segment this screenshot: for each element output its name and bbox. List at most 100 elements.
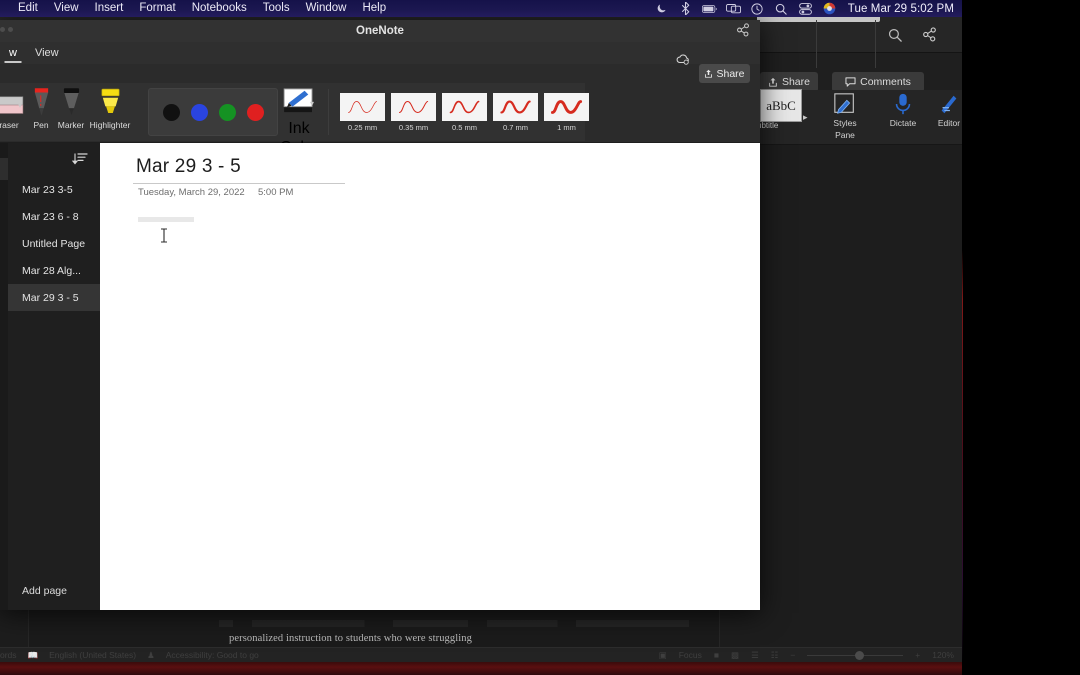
word-styles-pane-button[interactable]: Styles Pane [822,90,868,140]
user-avatar-icon[interactable] [822,1,837,16]
word-comments-button[interactable]: Comments [832,72,924,92]
ribbon-separator [328,89,329,135]
control-center-icon[interactable] [798,1,813,16]
menu-edit[interactable]: Edit [10,0,46,17]
close-window-button[interactable] [0,26,5,32]
tool-marker-label: Marker [57,120,85,130]
word-style-gallery-label: ubtitle [757,121,779,130]
word-language[interactable]: English (United States) [49,650,136,660]
onenote-window[interactable]: OneNote w View Share raser ▾ Pen Marker … [0,20,760,610]
menu-bar-clock[interactable]: Tue Mar 29 5:02 PM [848,3,954,15]
window-traffic-lights[interactable] [0,26,14,32]
accessibility-icon: ♟ [147,649,155,660]
word-style-sample: aBbC [766,97,796,113]
note-date[interactable]: Tuesday, March 29, 2022 [138,187,245,198]
desktop-wallpaper-bottom [0,662,962,675]
print-layout-view-icon[interactable]: ■ [714,650,719,660]
word-dictate-button[interactable]: Dictate [880,90,926,129]
thickness-preview [442,92,487,121]
thickness-label-3: 0.7 mm [502,122,528,132]
word-comments-label: Comments [860,76,911,88]
add-page-button[interactable]: Add page [0,580,100,602]
menu-view[interactable]: View [46,0,87,17]
page-item-mar-28-alg[interactable]: Mar 28 Alg... [0,257,100,284]
onenote-draw-ribbon: raser ▾ Pen Marker Highlighter Ink ▾ 0.2… [0,83,760,156]
thickness-option-0-7mm[interactable]: 0.7 mm [493,92,538,132]
cloud-sync-icon[interactable] [676,53,690,68]
word-editor-label: Editor [937,118,961,128]
screen-mirroring-icon[interactable] [725,1,741,16]
sort-descending-icon[interactable] [71,151,88,167]
zoom-slider-knob[interactable] [855,650,865,660]
desktop-wallpaper-right [962,0,1080,675]
onenote-share-button[interactable]: Share [699,64,750,83]
chevron-down-icon[interactable]: ▾ [310,99,314,108]
word-accessibility-status[interactable]: Accessibility: Good to go [166,650,259,660]
text-cursor-icon [160,228,168,243]
note-title[interactable]: Mar 29 3 - 5 [136,156,241,178]
color-swatch-red[interactable] [246,103,264,121]
zoom-slider[interactable] [807,650,904,660]
color-swatch-blue[interactable] [190,103,208,121]
color-swatch-green[interactable] [218,103,236,121]
spotlight-search-icon[interactable] [774,1,789,16]
page-item-mar-23-3-5[interactable]: Mar 23 3-5 [0,176,100,203]
thickness-label-4: 1 mm [557,122,576,132]
thickness-preview [493,92,538,121]
bluetooth-icon[interactable] [678,1,693,16]
tab-draw[interactable]: w [0,42,26,64]
onenote-titlebar: OneNote [0,20,760,42]
color-swatch-black[interactable] [162,103,180,121]
marker-icon [62,88,81,118]
web-layout-view-icon[interactable]: ▩ [731,650,739,661]
page-item-mar-29-3-5[interactable]: Mar 29 3 - 5 [0,284,100,311]
word-word-count[interactable]: ords [0,650,17,660]
tool-highlighter[interactable]: Highlighter [89,88,131,130]
menu-tools[interactable]: Tools [255,0,298,17]
editor-pen-icon [938,90,960,117]
word-share-label: Share [781,76,810,88]
zoom-out-button[interactable]: − [790,650,795,660]
thickness-option-1mm[interactable]: 1 mm [544,92,589,132]
note-title-underline [133,183,345,184]
menu-help[interactable]: Help [354,0,394,17]
word-focus-label[interactable]: Focus [679,650,702,660]
minimize-window-button[interactable] [8,26,13,32]
battery-icon[interactable] [701,1,717,16]
search-icon[interactable] [888,28,902,45]
onenote-page-sidebar: Mar 23 3-5 Mar 23 6 - 8 Untitled Page Ma… [0,143,100,610]
share-network-icon[interactable] [922,27,937,46]
menu-format[interactable]: Format [131,0,183,17]
menu-notebooks[interactable]: Notebooks [184,0,255,17]
focus-mode-icon: ▣ [658,649,667,660]
tab-view[interactable]: View [26,42,68,64]
onenote-page-list: Mar 23 3-5 Mar 23 6 - 8 Untitled Page Ma… [0,176,100,311]
thickness-preview [391,92,436,121]
menu-bar-status-area: Tue Mar 29 5:02 PM [654,1,962,16]
onenote-note-canvas[interactable]: Mar 29 3 - 5 Tuesday, March 29, 2022 5:0… [100,143,760,610]
chevron-right-icon[interactable]: ▸ [803,112,808,123]
book-icon: 📖 [27,649,39,660]
tool-marker[interactable]: Marker [50,88,92,130]
menu-window[interactable]: Window [298,0,355,17]
zoom-in-button[interactable]: + [915,650,920,660]
note-time[interactable]: 5:00 PM [258,187,293,198]
tool-eraser-label: raser [0,120,19,130]
outline-view-icon[interactable]: ☰ [751,650,759,661]
word-style-gallery-item[interactable]: aBbC [760,89,802,122]
word-editor-button[interactable]: Editor [926,90,962,129]
menu-insert[interactable]: Insert [87,0,132,17]
word-status-left-group: ords 📖 English (United States) ♟ Accessi… [0,650,259,661]
macos-menu-bar: Edit View Insert Format Notebooks Tools … [0,0,962,17]
thickness-option-0-25mm[interactable]: 0.25 mm [340,92,385,132]
page-item-untitled[interactable]: Untitled Page [0,230,100,257]
page-item-mar-23-6-8[interactable]: Mar 23 6 - 8 [0,203,100,230]
thickness-option-0-35mm[interactable]: 0.35 mm [391,92,436,132]
share-network-icon[interactable] [736,23,750,40]
draft-view-icon[interactable]: ☷ [771,650,779,661]
share-arrow-icon [769,77,777,87]
time-machine-icon[interactable] [750,1,765,16]
do-not-disturb-icon[interactable] [654,1,669,16]
thickness-option-0-5mm[interactable]: 0.5 mm [442,92,487,132]
word-zoom-level[interactable]: 120% [932,650,954,660]
